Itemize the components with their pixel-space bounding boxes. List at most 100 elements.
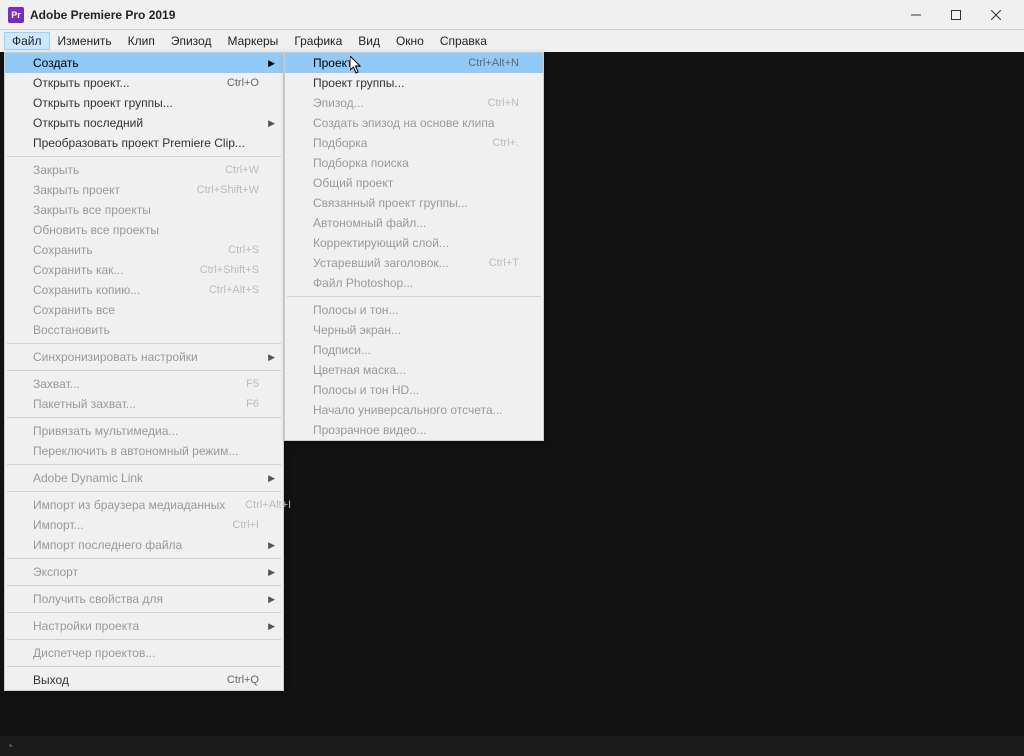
menu-item[interactable]: Открыть проект группы... — [5, 93, 283, 113]
menu-item-label: Сохранить все — [33, 303, 259, 317]
menu-item-shortcut: Ctrl+W — [225, 164, 259, 176]
menu-item-label: Начало универсального отсчета... — [313, 403, 519, 417]
close-button[interactable] — [976, 0, 1016, 30]
menubar-item[interactable]: Эпизод — [163, 32, 220, 50]
maximize-button[interactable] — [936, 0, 976, 30]
menu-item-label: Привязать мультимедиа... — [33, 424, 259, 438]
menu-item-label: Эпизод... — [313, 96, 468, 110]
menu-item: Черный экран... — [285, 320, 543, 340]
menu-separator — [7, 156, 281, 157]
menu-item: Корректирующий слой... — [285, 233, 543, 253]
menu-item-label: Общий проект — [313, 176, 519, 190]
menubar-item[interactable]: Вид — [350, 32, 388, 50]
menu-separator — [7, 585, 281, 586]
menu-item-label: Синхронизировать настройки — [33, 350, 259, 364]
menu-item: Пакетный захват...F6 — [5, 394, 283, 414]
menu-item-shortcut: Ctrl+T — [489, 257, 519, 269]
menu-item-shortcut: Ctrl+Alt+S — [209, 284, 259, 296]
chevron-right-icon: ▶ — [268, 567, 275, 578]
menu-item-label: Цветная маска... — [313, 363, 519, 377]
menu-item-label: Прозрачное видео... — [313, 423, 519, 437]
menu-item: Эпизод...Ctrl+N — [285, 93, 543, 113]
menu-separator — [7, 666, 281, 667]
menu-item[interactable]: Проект группы... — [285, 73, 543, 93]
menubar-item[interactable]: Графика — [286, 32, 350, 50]
chevron-right-icon: ▶ — [268, 594, 275, 605]
menu-item[interactable]: Создать ▶ — [5, 53, 283, 73]
menu-item: Закрыть проект Ctrl+Shift+W — [5, 180, 283, 200]
menu-separator — [287, 296, 541, 297]
menu-item-shortcut: F5 — [246, 378, 259, 390]
menu-item-label: Закрыть — [33, 163, 205, 177]
menu-item[interactable]: Открыть проект...Ctrl+O — [5, 73, 283, 93]
menu-item-label: Создать — [33, 56, 259, 70]
menu-item-label: Захват... — [33, 377, 226, 391]
minimize-button[interactable] — [896, 0, 936, 30]
menubar-item[interactable]: Изменить — [50, 32, 120, 50]
menu-item: Общий проект — [285, 173, 543, 193]
app-icon: Pr — [8, 7, 24, 23]
status-icon: ◔ — [6, 739, 13, 753]
menu-item[interactable]: Проект...Ctrl+Alt+N — [285, 53, 543, 73]
menu-item-label: Корректирующий слой... — [313, 236, 519, 250]
menu-item: Импорт из браузера медиаданныхCtrl+Alt+I — [5, 495, 283, 515]
menu-item-label: Экспорт — [33, 565, 259, 579]
menu-item-shortcut: Ctrl+Shift+W — [197, 184, 259, 196]
menu-item[interactable]: Преобразовать проект Premiere Clip... — [5, 133, 283, 153]
menu-item[interactable]: Выход Ctrl+Q — [5, 670, 283, 690]
menu-item-label: Открыть последний — [33, 116, 259, 130]
menu-item: Настройки проекта▶ — [5, 616, 283, 636]
menubar-item[interactable]: Клип — [120, 32, 163, 50]
menu-item: Закрыть Ctrl+W — [5, 160, 283, 180]
menu-item-label: Обновить все проекты — [33, 223, 259, 237]
menu-item: Сохранить копию...Ctrl+Alt+S — [5, 280, 283, 300]
window-controls — [896, 0, 1016, 30]
menu-item: Экспорт ▶ — [5, 562, 283, 582]
menu-item: Подборка Ctrl+. — [285, 133, 543, 153]
menu-item-shortcut: F6 — [246, 398, 259, 410]
chevron-right-icon: ▶ — [268, 352, 275, 363]
chevron-right-icon: ▶ — [268, 118, 275, 129]
menu-item-label: Черный экран... — [313, 323, 519, 337]
menu-item: Импорт...Ctrl+I — [5, 515, 283, 535]
menu-item: Полосы и тон... — [285, 300, 543, 320]
menu-item-label: Закрыть все проекты — [33, 203, 259, 217]
menu-item-label: Открыть проект группы... — [33, 96, 259, 110]
menu-item-label: Настройки проекта — [33, 619, 259, 633]
menu-item: Файл Photoshop... — [285, 273, 543, 293]
menubar-item[interactable]: Файл — [4, 32, 50, 50]
menu-item: Подборка поиска — [285, 153, 543, 173]
menu-item: Автономный файл... — [285, 213, 543, 233]
menu-item-shortcut: Ctrl+O — [227, 77, 259, 89]
menu-item-label: Проект... — [313, 56, 448, 70]
menubar-item[interactable]: Маркеры — [219, 32, 286, 50]
menu-item[interactable]: Открыть последний ▶ — [5, 113, 283, 133]
file-menu: Создать ▶ Открыть проект...Ctrl+O Открыть п… — [4, 52, 284, 691]
menu-separator — [7, 417, 281, 418]
titlebar: Pr Adobe Premiere Pro 2019 — [0, 0, 1024, 30]
menu-item: СохранитьCtrl+S — [5, 240, 283, 260]
chevron-right-icon: ▶ — [268, 540, 275, 551]
chevron-right-icon: ▶ — [268, 58, 275, 69]
menu-item-label: Закрыть проект — [33, 183, 177, 197]
menu-item: Импорт последнего файла▶ — [5, 535, 283, 555]
menu-item-label: Выход — [33, 673, 207, 687]
menu-item-label: Сохранить — [33, 243, 208, 257]
menu-item-label: Полосы и тон... — [313, 303, 519, 317]
menu-item: Устаревший заголовок...Ctrl+T — [285, 253, 543, 273]
menubar-item[interactable]: Окно — [388, 32, 432, 50]
menu-item-label: Диспетчер проектов... — [33, 646, 259, 660]
menu-separator — [7, 612, 281, 613]
menu-item-shortcut: Ctrl+. — [492, 137, 519, 149]
menu-item: Синхронизировать настройки ▶ — [5, 347, 283, 367]
menu-item-label: Подборка — [313, 136, 472, 150]
menu-item-label: Создать эпизод на основе клипа — [313, 116, 519, 130]
menu-item: Прозрачное видео... — [285, 420, 543, 440]
chevron-right-icon: ▶ — [268, 473, 275, 484]
menu-item-label: Adobe Dynamic Link — [33, 471, 259, 485]
menubar-item[interactable]: Справка — [432, 32, 495, 50]
menu-item-label: Файл Photoshop... — [313, 276, 519, 290]
menu-item: Полосы и тон HD... — [285, 380, 543, 400]
menu-item-shortcut: Ctrl+Q — [227, 674, 259, 686]
menu-item-label: Полосы и тон HD... — [313, 383, 519, 397]
